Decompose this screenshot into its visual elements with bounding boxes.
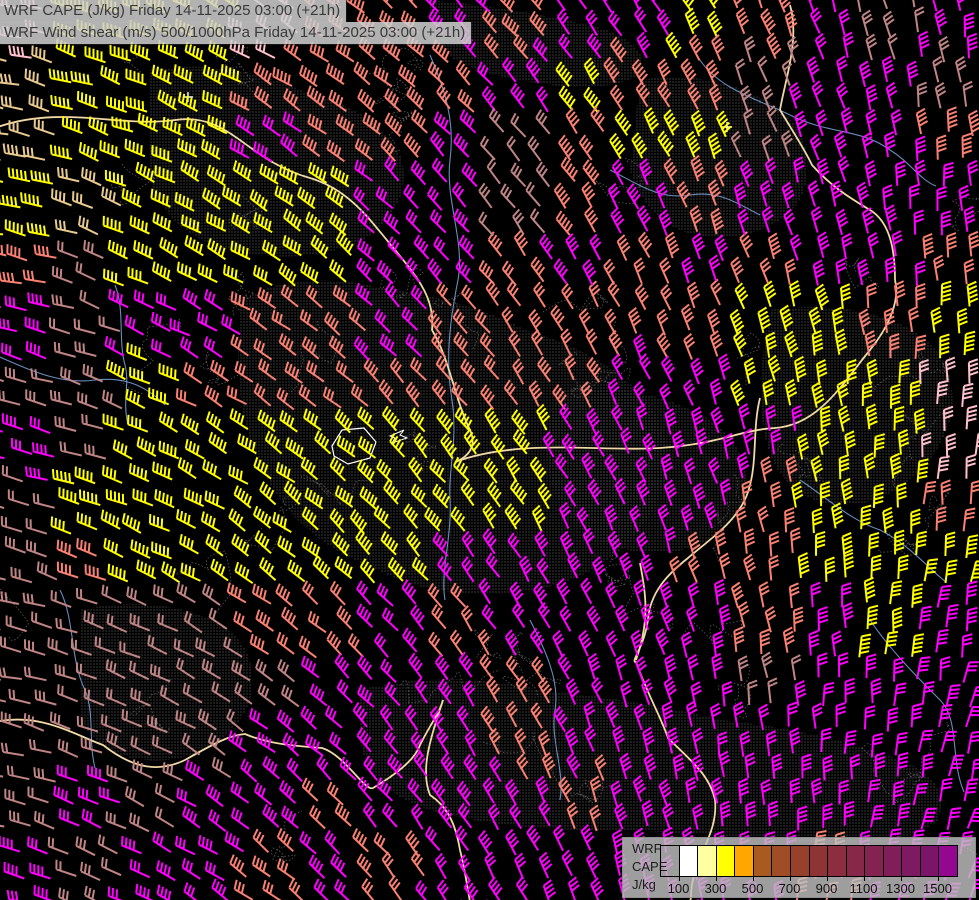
legend-cell [661, 846, 680, 876]
legend-cell [920, 846, 940, 876]
legend-cell [735, 846, 754, 876]
legend-tick-label: 1500 [923, 881, 952, 896]
cape-legend: WRF CAPE J/kg 100 300 500 700 900 1100 1300 150… [622, 837, 976, 898]
legend-cell [883, 846, 903, 876]
legend-cell [716, 846, 736, 876]
legend-cell [865, 846, 884, 876]
legend-cell [679, 846, 699, 876]
wrf-model-chart: WRF CAPE (J/kg) Friday 14-11-2025 03:00 … [0, 0, 979, 900]
legend-cell [698, 846, 717, 876]
legend-cell [902, 846, 921, 876]
legend-cell [809, 846, 829, 876]
legend-cell [753, 846, 773, 876]
legend-color-bar [660, 845, 958, 877]
legend-cell [828, 846, 847, 876]
legend-cell [790, 846, 810, 876]
map-title-wind-shear: WRF Wind shear (m/s) 500/1000hPa Friday … [0, 22, 472, 44]
legend-cell [772, 846, 791, 876]
cape-texture-region [80, 603, 253, 761]
legend-cell [939, 846, 957, 876]
map-canvas [0, 0, 979, 900]
legend-cell [846, 846, 866, 876]
map-title-cape: WRF CAPE (J/kg) Friday 14-11-2025 03:00 … [0, 0, 347, 22]
